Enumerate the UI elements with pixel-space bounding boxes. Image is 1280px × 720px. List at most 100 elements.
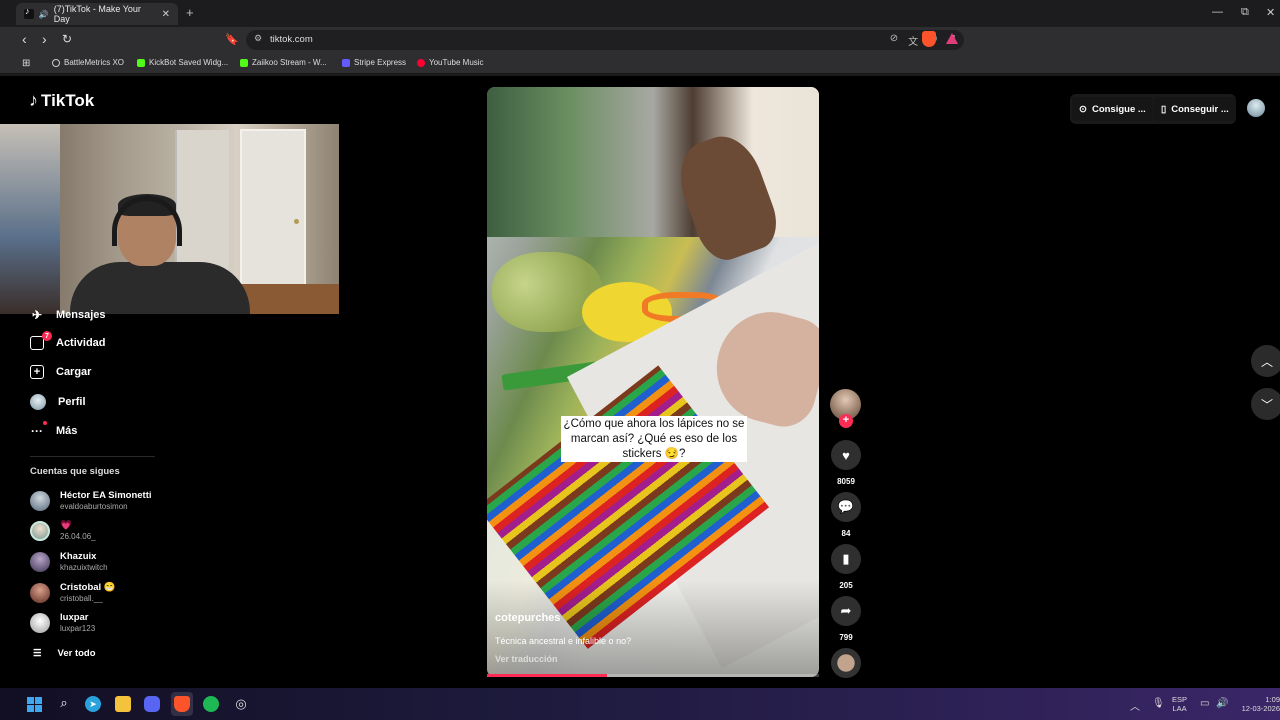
video-username[interactable]: cotepurches xyxy=(495,612,560,624)
clock-time: 1:09 xyxy=(1265,695,1280,704)
back-button[interactable]: ‹ xyxy=(22,31,27,47)
restore-button[interactable]: ⧉ xyxy=(1241,6,1249,19)
user-avatar[interactable] xyxy=(1247,99,1265,117)
brave-rewards-icon[interactable] xyxy=(946,33,958,44)
windows-start-icon[interactable] xyxy=(26,696,42,712)
apps-grid-icon[interactable]: ⊞ xyxy=(22,58,30,69)
nav-perfil[interactable]: Perfil xyxy=(30,394,86,410)
see-all-button[interactable]: ☰ Ver todo xyxy=(33,648,96,659)
avatar xyxy=(30,490,50,511)
avatar xyxy=(30,582,50,603)
nav-actividad[interactable]: 7 Actividad xyxy=(30,331,106,350)
previous-video-button[interactable]: ︿ xyxy=(1251,345,1280,377)
follow-plus-icon[interactable]: + xyxy=(839,414,853,428)
bookmark-item[interactable]: KickBot Saved Widg... xyxy=(137,58,228,67)
browser-titlebar: 🔊 (7)TikTok - Make Your Day ✕ + — ⧉ ✕ xyxy=(0,0,1280,27)
get-coins-button[interactable]: ⊙ Consigue ... xyxy=(1072,97,1153,121)
chevron-down-icon: ﹀ xyxy=(1260,397,1273,412)
url-bar[interactable]: ⚙ tiktok.com ⊘ 文 ▭ ↗ xyxy=(246,30,964,50)
tiktok-logo[interactable]: ♪ TikTok xyxy=(29,90,94,111)
lang-code: ESP xyxy=(1172,695,1188,704)
youtube-music-icon xyxy=(417,58,425,67)
network-icon[interactable]: ▭ xyxy=(1200,698,1209,709)
site-settings-icon[interactable]: ⚙ xyxy=(254,33,262,44)
brave-shields-icon[interactable] xyxy=(922,31,936,47)
microphone-icon[interactable]: 🎙 xyxy=(1152,698,1165,709)
list-icon: ☰ xyxy=(33,648,42,659)
forward-button[interactable]: › xyxy=(42,31,47,47)
address-toolbar: ‹ › ↻ 🔖 ⚙ tiktok.com ⊘ 文 ▭ ↗ ♫ ✧ ⛨ ☰ xyxy=(0,27,1280,71)
avatar xyxy=(30,551,50,572)
video-progress-fill xyxy=(487,674,607,677)
bookmark-item[interactable]: YouTube Music xyxy=(417,58,484,67)
following-item[interactable]: Cristobal 😁 cristoball.__ xyxy=(30,582,116,603)
music-disc-icon[interactable] xyxy=(831,648,861,678)
nav-label: Cargar xyxy=(56,366,92,378)
translate-icon[interactable]: 文 xyxy=(908,33,918,48)
save-button[interactable]: ▮ xyxy=(831,544,861,574)
mute-icon[interactable]: ⊘ xyxy=(890,33,898,48)
bookmark-label: Stripe Express xyxy=(354,58,407,67)
like-button[interactable]: ♥ xyxy=(831,440,861,470)
share-button[interactable]: ➦ xyxy=(831,596,861,626)
get-app-button[interactable]: ▯ Conseguir ... xyxy=(1154,97,1236,121)
comment-count: 84 xyxy=(841,529,851,538)
nav-cargar[interactable]: + Cargar xyxy=(30,365,91,379)
toolbar-divider xyxy=(0,73,1280,76)
following-item[interactable]: Khazuix khazuixtwitch xyxy=(30,551,108,572)
account-name: Héctor EA Simonetti xyxy=(60,490,152,501)
next-video-button[interactable]: ﹀ xyxy=(1251,388,1280,420)
bookmark-item[interactable]: Stripe Express xyxy=(342,58,406,67)
telegram-icon[interactable]: ➤ xyxy=(85,696,101,712)
account-name: Khazuix xyxy=(60,551,97,562)
spotify-icon[interactable] xyxy=(203,696,219,712)
volume-icon[interactable]: 🔊 xyxy=(1216,698,1228,709)
search-icon[interactable]: ⌕ xyxy=(56,695,72,711)
minimize-button[interactable]: — xyxy=(1212,6,1223,18)
comment-button[interactable]: 💬 xyxy=(831,492,861,522)
tray-overflow-icon[interactable]: ︿ xyxy=(1130,698,1140,713)
following-item[interactable]: 💗 26.04.06_ xyxy=(30,520,96,541)
browser-tab[interactable]: 🔊 (7)TikTok - Make Your Day ✕ xyxy=(16,3,178,25)
reload-icon[interactable]: ↻ xyxy=(62,32,72,46)
stripe-icon xyxy=(342,58,350,67)
bookmark-item[interactable]: Zaiikoo Stream - W... xyxy=(240,58,327,67)
nav-label: Perfil xyxy=(58,396,86,408)
account-handle: khazuixtwitch xyxy=(60,563,108,572)
clock[interactable]: 1:09 12-03-2026 xyxy=(1238,695,1280,713)
nav-label: Más xyxy=(56,425,78,437)
account-name: Cristobal 😁 xyxy=(60,582,116,593)
tiktok-favicon-icon xyxy=(24,6,34,19)
bookmarks-bar: ⊞ BattleMetrics XO KickBot Saved Widg...… xyxy=(0,53,1280,73)
webcam-background xyxy=(175,130,229,280)
tiktok-note-icon: ♪ xyxy=(29,90,38,110)
nav-mensajes[interactable]: ✈ Mensajes xyxy=(30,308,106,322)
kick-icon xyxy=(137,58,145,67)
top-right-actions: ⊙ Consigue ... ▯ Conseguir ... xyxy=(1070,94,1236,124)
file-explorer-icon[interactable] xyxy=(115,696,131,712)
obs-icon[interactable]: ◎ xyxy=(233,696,249,712)
tab-close-icon[interactable]: ✕ xyxy=(162,9,170,20)
webcam-overlay xyxy=(0,124,339,314)
phone-icon: ▯ xyxy=(1161,103,1167,115)
bookmark-label: YouTube Music xyxy=(429,58,484,67)
nav-mas[interactable]: ··· Más xyxy=(30,421,78,438)
new-tab-button[interactable]: + xyxy=(186,5,194,20)
share-count: 799 xyxy=(839,633,853,642)
webcam-background xyxy=(240,129,306,289)
bookmark-item[interactable]: BattleMetrics XO xyxy=(52,58,124,67)
bookmark-icon[interactable]: 🔖 xyxy=(225,33,239,46)
following-item[interactable]: luxpar luxpar123 xyxy=(30,612,95,633)
webcam-background xyxy=(0,124,60,314)
webcam-background xyxy=(294,219,299,224)
brave-browser-icon[interactable] xyxy=(174,696,190,712)
language-indicator[interactable]: ESP LAA xyxy=(1172,695,1187,713)
like-count: 8059 xyxy=(837,477,855,486)
see-translation-link[interactable]: Ver traducción xyxy=(495,654,558,664)
discord-icon[interactable] xyxy=(144,696,160,712)
following-item[interactable]: Héctor EA Simonetti evaldoaburtosimon xyxy=(30,490,152,511)
following-title: Cuentas que sigues xyxy=(30,466,120,477)
speaker-icon[interactable]: 🔊 xyxy=(39,10,49,19)
video-progress-bar[interactable] xyxy=(487,674,819,677)
window-close-button[interactable]: ✕ xyxy=(1266,6,1275,19)
